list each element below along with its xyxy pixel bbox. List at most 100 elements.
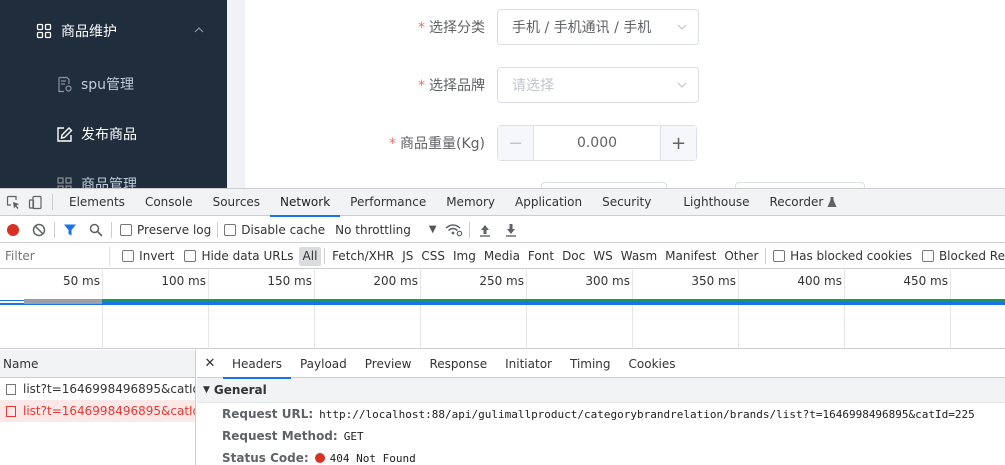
- tab-timing[interactable]: Timing: [561, 350, 620, 378]
- close-icon[interactable]: ✕: [197, 356, 223, 371]
- filter-icon: [64, 224, 76, 235]
- sidebar: 商品维护 spu管理 发布商品 商品管理: [0, 0, 227, 188]
- status-code-value: 404 Not Found: [329, 451, 416, 465]
- search-button[interactable]: [83, 217, 109, 243]
- disable-cache-checkbox[interactable]: Disable cache: [224, 223, 325, 237]
- sidebar-item-product-management[interactable]: 商品管理: [0, 160, 227, 188]
- tab-lighthouse[interactable]: Lighthouse: [673, 189, 759, 216]
- record-button[interactable]: [0, 217, 26, 243]
- timeline-tick: 400 ms: [797, 274, 842, 288]
- category-cascader[interactable]: 手机 / 手机通讯 / 手机: [497, 9, 699, 45]
- devtools-panel: Elements Console Sources Network Perform…: [0, 188, 1005, 465]
- blocked-requests-checkbox[interactable]: Blocked Re: [921, 249, 1005, 263]
- tab-initiator[interactable]: Initiator: [496, 350, 561, 378]
- download-icon: [505, 223, 516, 237]
- filter-type-all[interactable]: All: [298, 246, 322, 266]
- invert-checkbox[interactable]: Invert: [122, 249, 174, 263]
- filter-type-css[interactable]: CSS: [417, 247, 449, 266]
- request-list: Name list?t=1646998496895&catId... list?…: [0, 350, 196, 465]
- filter-type-other[interactable]: Other: [720, 247, 762, 266]
- tab-headers[interactable]: Headers: [223, 350, 291, 379]
- decrement-button[interactable]: −: [498, 126, 534, 160]
- tab-console[interactable]: Console: [135, 189, 203, 216]
- timeline-tick: 250 ms: [479, 274, 524, 288]
- preserve-log-checkbox[interactable]: Preserve log: [120, 223, 211, 237]
- filter-type-ws[interactable]: WS: [589, 247, 616, 266]
- throttling-select[interactable]: No throttling ▼: [335, 223, 436, 237]
- network-toolbar: Preserve log Disable cache No throttling…: [0, 217, 1005, 243]
- device-toolbar-icon[interactable]: [24, 189, 46, 215]
- inspect-element-icon[interactable]: [2, 189, 24, 215]
- timeline-tick: 200 ms: [373, 274, 418, 288]
- timeline-bar-receiving: [102, 299, 1005, 302]
- request-method-row: Request Method: GET: [222, 429, 364, 443]
- filter-type-fetch-xhr[interactable]: Fetch/XHR: [328, 247, 398, 266]
- filter-type-font[interactable]: Font: [524, 247, 558, 266]
- tab-network[interactable]: Network: [270, 189, 341, 217]
- sidebar-item-label: 发布商品: [81, 127, 137, 143]
- timeline-tick: 300 ms: [585, 274, 630, 288]
- collapse-triangle-icon: ▼: [203, 385, 210, 395]
- tab-elements[interactable]: Elements: [59, 189, 135, 216]
- divider: [111, 221, 112, 238]
- app-window: 商品维护 spu管理 发布商品 商品管理 * 选择分类 手机 / 手机通讯 / …: [0, 0, 1005, 188]
- menu-group-product-maintenance[interactable]: 商品维护: [0, 10, 227, 52]
- tab-cookies[interactable]: Cookies: [620, 350, 685, 378]
- detail-tabs: ✕ Headers Payload Preview Response Initi…: [197, 350, 1005, 379]
- filter-type-doc[interactable]: Doc: [558, 247, 589, 266]
- request-url-row: Request URL: http://localhost:88/api/gul…: [222, 407, 975, 421]
- name-column-header[interactable]: Name: [0, 350, 195, 378]
- tab-sources[interactable]: Sources: [203, 189, 270, 216]
- clear-button[interactable]: [26, 217, 52, 243]
- filter-type-js[interactable]: JS: [398, 247, 417, 266]
- general-section-header[interactable]: ▼ General: [197, 378, 1005, 403]
- has-blocked-cookies-checkbox[interactable]: Has blocked cookies: [773, 249, 912, 263]
- request-url-value: http://localhost:88/api/gulimallproduct/…: [319, 407, 975, 421]
- filter-type-media[interactable]: Media: [480, 247, 524, 266]
- sidebar-item-spu[interactable]: spu管理: [0, 60, 227, 108]
- hide-data-urls-checkbox[interactable]: Hide data URLs: [184, 249, 294, 263]
- divider: [468, 221, 470, 238]
- tab-preview[interactable]: Preview: [356, 350, 421, 378]
- tab-recorder[interactable]: Recorder: [760, 189, 842, 216]
- upload-icon: [479, 224, 490, 237]
- divider: [217, 221, 219, 238]
- request-row[interactable]: list?t=1646998496895&catId...: [0, 378, 195, 400]
- grid-icon: [57, 176, 72, 188]
- brand-select[interactable]: 请选择: [497, 67, 699, 103]
- wifi-settings-icon: [445, 223, 462, 236]
- grid-icon: [36, 23, 52, 39]
- filter-type-img[interactable]: Img: [449, 247, 480, 266]
- search-icon: [89, 223, 103, 237]
- tab-response[interactable]: Response: [420, 350, 496, 378]
- content-gutter: [227, 0, 245, 188]
- tab-payload[interactable]: Payload: [291, 350, 356, 378]
- timeline-tick: 150 ms: [267, 274, 312, 288]
- network-conditions-button[interactable]: [441, 217, 467, 243]
- weight-value[interactable]: 0.000: [534, 126, 660, 160]
- form-row-weight: * 商品重量(Kg) − 0.000 +: [245, 125, 697, 161]
- tab-security[interactable]: Security: [592, 189, 661, 216]
- error-status-icon: [314, 453, 325, 463]
- weight-stepper[interactable]: − 0.000 +: [497, 125, 697, 161]
- import-har-button[interactable]: [472, 217, 498, 243]
- filter-type-manifest[interactable]: Manifest: [661, 247, 720, 266]
- filter-type-wasm[interactable]: Wasm: [617, 247, 661, 266]
- filter-input[interactable]: Filter: [3, 246, 111, 266]
- timeline-overview[interactable]: 50 ms 100 ms 150 ms 200 ms 250 ms 300 ms…: [0, 270, 1005, 349]
- tab-performance[interactable]: Performance: [340, 189, 436, 216]
- chevron-down-icon: [677, 24, 687, 30]
- flask-icon: [827, 197, 837, 207]
- tab-memory[interactable]: Memory: [436, 189, 505, 216]
- document-icon: [6, 405, 16, 417]
- request-method-value: GET: [343, 429, 364, 443]
- tab-recorder-label: Recorder: [769, 195, 824, 209]
- sidebar-item-publish-product[interactable]: 发布商品: [0, 110, 227, 158]
- export-har-button[interactable]: [498, 217, 524, 243]
- chevron-down-icon: [677, 82, 687, 88]
- request-row-error[interactable]: list?t=1646998496895&catId...: [0, 400, 195, 422]
- brand-label: * 选择品牌: [418, 78, 485, 94]
- increment-button[interactable]: +: [660, 126, 696, 160]
- tab-application[interactable]: Application: [505, 189, 592, 216]
- filter-toggle-button[interactable]: [57, 217, 83, 243]
